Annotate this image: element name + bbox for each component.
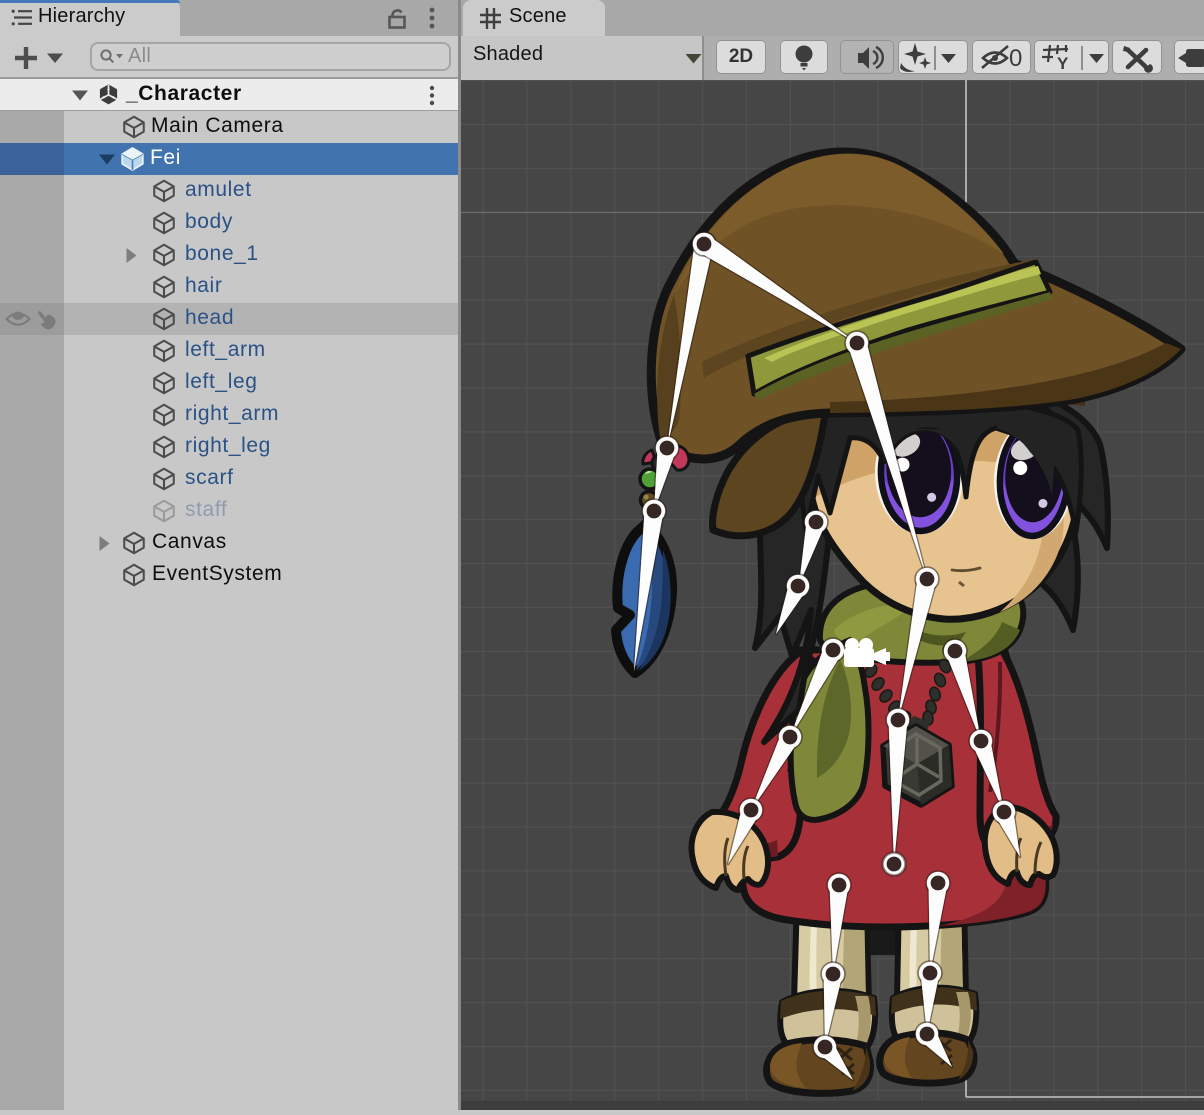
svg-text:Y: Y	[1057, 54, 1069, 73]
svg-text:0: 0	[1009, 45, 1022, 72]
